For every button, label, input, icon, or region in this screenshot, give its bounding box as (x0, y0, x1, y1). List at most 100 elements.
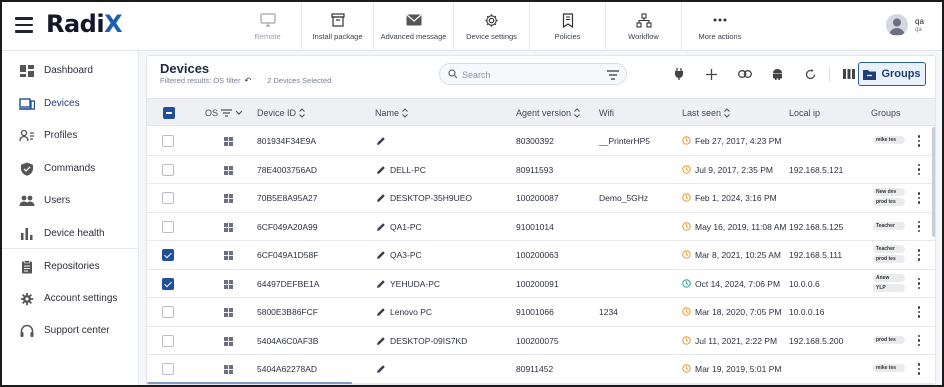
table-row[interactable]: 70B5E8A95A27 DESKTOP-35H9UEO 100200087 Demo… (147, 184, 935, 213)
group-tag[interactable]: Anew (873, 273, 905, 282)
row-menu-icon[interactable] (916, 249, 922, 262)
row-checkbox[interactable] (162, 363, 174, 375)
edit-name-icon[interactable] (376, 279, 386, 291)
group-tag[interactable]: New dev (873, 188, 905, 196)
workflow-button[interactable]: Workflow (606, 2, 682, 50)
table-row[interactable]: 6CF049A1D58F QA3-PC 100200063 Mar 8, 2021, … (147, 241, 935, 270)
column-agent-version[interactable]: Agent version (516, 108, 580, 118)
device-id-cell: 5800E3B86FCF (257, 307, 318, 317)
table-row[interactable]: 6CF049A20A99 QA1-PC 91001014 May 16, 2019, … (147, 213, 935, 241)
edit-name-icon[interactable] (376, 193, 386, 205)
sidebar-item-label: Profiles (44, 130, 78, 141)
add-icon[interactable] (695, 63, 728, 85)
sidebar-item-commands[interactable]: Commands (2, 153, 139, 185)
group-tag[interactable]: Teacher (873, 245, 905, 253)
row-checkbox[interactable] (162, 192, 174, 204)
agent-version-cell: 100200087 (516, 193, 559, 203)
sidebar-item-users[interactable]: Users (2, 185, 139, 217)
filter-icon[interactable] (221, 109, 233, 117)
policies-button[interactable]: Policies (530, 2, 606, 50)
clear-filter-icon[interactable]: ↶ (244, 76, 251, 85)
row-menu-icon[interactable] (916, 334, 922, 348)
edit-name-icon[interactable] (376, 336, 386, 348)
chevron-down-icon[interactable] (235, 110, 243, 116)
column-local-ip-label: Local ip (789, 108, 821, 118)
edit-name-icon[interactable] (376, 165, 386, 177)
group-tag[interactable]: YLP (873, 283, 905, 292)
row-menu-icon[interactable] (916, 277, 922, 291)
last-seen-cell: Mar 19, 2019, 5:01 PM (695, 364, 782, 374)
sidebar-item-account-settings[interactable]: Account settings (2, 283, 139, 315)
groups-cell: mike tes (873, 364, 907, 374)
row-checkbox[interactable] (162, 334, 174, 347)
sidebar-item-profiles[interactable]: Profiles (2, 120, 139, 152)
hamburger-menu-icon[interactable] (15, 17, 33, 33)
row-checkbox[interactable] (162, 163, 174, 176)
select-all-checkbox[interactable] (163, 107, 175, 119)
sidebar-item-device-health[interactable]: Device health (2, 218, 139, 250)
plug-icon[interactable] (662, 63, 695, 85)
group-tag[interactable]: Teacher (873, 221, 905, 230)
group-tag[interactable]: prod tes (873, 198, 905, 206)
link-icon[interactable] (728, 63, 761, 85)
column-os[interactable]: OS (205, 108, 243, 118)
sidebar-item-devices[interactable]: Devices (2, 88, 139, 120)
horizontal-scrollbar[interactable] (147, 382, 352, 384)
vertical-scrollbar[interactable] (932, 127, 935, 237)
profiles-icon (19, 129, 34, 142)
edit-name-icon[interactable] (376, 364, 386, 376)
sidebar-item-support-center[interactable]: Support center (2, 315, 139, 347)
more-actions-label: More actions (698, 32, 742, 41)
group-tag[interactable]: mike tes (873, 364, 905, 372)
table-row[interactable]: 801934F34E9A 80300392 __PrinterHP5 Feb 27, … (147, 127, 935, 156)
refresh-icon[interactable] (794, 63, 827, 85)
search-input[interactable] (462, 67, 592, 82)
column-name[interactable]: Name (375, 108, 408, 118)
sidebar: Dashboard Devices Profiles Commands User… (2, 51, 139, 385)
column-groups[interactable]: Groups (871, 108, 901, 118)
edit-name-icon[interactable] (376, 136, 386, 148)
table-row[interactable]: 78E4003756AD DELL-PC 80911593 Jul 9, 2017, … (147, 156, 935, 184)
more-actions-button[interactable]: More actions (682, 2, 758, 50)
user-subname: qa (915, 27, 922, 33)
column-wifi[interactable]: Wifi (599, 108, 614, 118)
install-package-button[interactable]: Install package (302, 2, 374, 50)
filter-icon[interactable] (607, 70, 619, 80)
sidebar-item-dashboard[interactable]: Dashboard (2, 55, 139, 87)
row-checkbox[interactable] (162, 135, 174, 147)
edit-name-icon[interactable] (376, 222, 386, 234)
row-menu-icon[interactable] (916, 192, 922, 205)
remote-button[interactable]: Remote (234, 2, 302, 50)
table-row[interactable]: 64497DEFBE1A YEHUDA-PC 100200091 Oct 14, 20… (147, 270, 935, 298)
row-checkbox[interactable] (162, 306, 174, 318)
group-tag[interactable]: prod tes (873, 335, 905, 344)
table-row[interactable]: 5800E3B86FCF Lenovo PC 91001066 1234 Mar 18,… (147, 298, 935, 327)
device-settings-button[interactable]: Device settings (454, 2, 530, 50)
row-checkbox[interactable] (162, 277, 174, 290)
column-name-label: Name (375, 108, 400, 118)
user-menu[interactable]: qa qa (886, 14, 936, 40)
android-icon[interactable] (761, 63, 794, 85)
row-checkbox[interactable] (162, 249, 174, 261)
sort-icon (402, 108, 408, 118)
column-last-seen[interactable]: Last seen (682, 108, 730, 118)
row-menu-icon[interactable] (916, 363, 922, 376)
windows-icon (224, 308, 233, 317)
groups-button[interactable]: Groups (858, 62, 926, 86)
sort-icon (724, 108, 730, 118)
column-local-ip[interactable]: Local ip (789, 108, 820, 118)
edit-name-icon[interactable] (376, 307, 386, 319)
group-tag[interactable]: prod tes (873, 255, 905, 263)
row-checkbox[interactable] (162, 220, 174, 233)
group-tag[interactable]: mike tes (873, 136, 905, 144)
advanced-message-button[interactable]: Advanced message (374, 2, 454, 50)
column-device-id[interactable]: Device ID (257, 108, 305, 118)
row-menu-icon[interactable] (916, 163, 922, 177)
sidebar-item-repositories[interactable]: Repositories (2, 251, 139, 283)
row-menu-icon[interactable] (916, 306, 922, 319)
table-row[interactable]: 5404A62278AD 80911452 Mar 19, 2019, 5:01 P… (147, 355, 935, 384)
row-menu-icon[interactable] (916, 135, 922, 148)
edit-name-icon[interactable] (376, 250, 386, 262)
row-menu-icon[interactable] (916, 220, 922, 234)
table-row[interactable]: 5404A6C0AF3B DESKTOP-09IS7KD 100200075 Jul … (147, 327, 935, 355)
